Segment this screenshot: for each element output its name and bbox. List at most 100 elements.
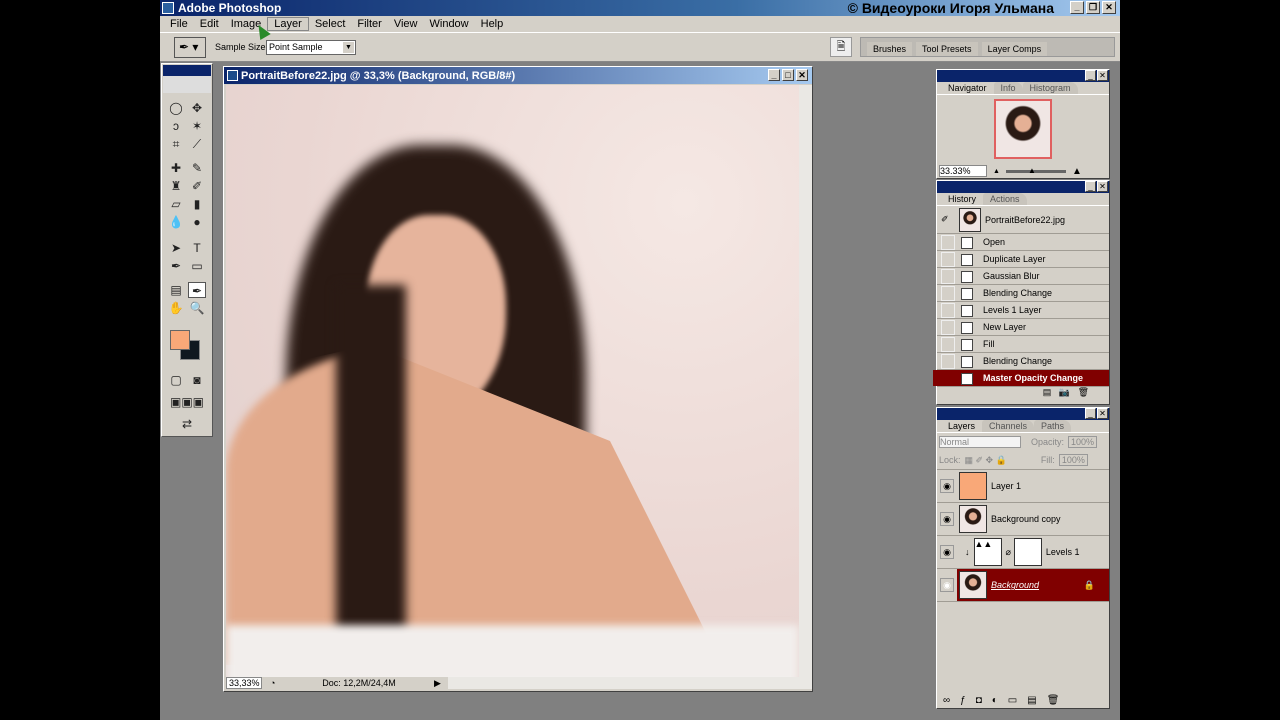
menu-help[interactable]: Help — [475, 18, 510, 30]
brush-tool[interactable]: ✎ — [188, 160, 206, 176]
screen-mode-buttons[interactable]: ▣▣▣ — [167, 394, 207, 410]
trash-icon[interactable]: 🗑 — [1078, 387, 1089, 397]
navigator-thumbnail[interactable] — [994, 99, 1052, 159]
tab-layer-comps[interactable]: Layer Comps — [981, 42, 1048, 56]
doc-minimize-button[interactable]: _ — [768, 69, 780, 81]
mask-icon[interactable]: ◘ — [976, 695, 992, 706]
gradient-tool[interactable]: ▮ — [188, 196, 206, 212]
history-brush-tool[interactable]: ✐ — [188, 178, 206, 194]
history-item[interactable]: Open — [937, 234, 1109, 251]
tab-channels[interactable]: Channels — [982, 420, 1035, 432]
history-snapshot[interactable]: ✐ PortraitBefore22.jpg — [937, 206, 1109, 234]
zoom-field[interactable]: 33,33% — [226, 677, 262, 689]
adobe-online-logo[interactable] — [163, 65, 211, 93]
navigator-zoom-field[interactable]: 33.33% — [939, 165, 987, 177]
trash-icon[interactable]: 🗑 — [1047, 695, 1070, 706]
menu-edit[interactable]: Edit — [194, 18, 225, 30]
zoom-in-icon[interactable]: ▲ — [1072, 166, 1082, 177]
zoom-out-icon[interactable]: ▲ — [993, 168, 1000, 175]
status-menu-arrow[interactable]: ▶ — [434, 678, 444, 689]
slice-tool[interactable]: ⟋ — [188, 136, 206, 152]
new-snapshot-icon[interactable]: 📷 — [1059, 387, 1070, 397]
eyedropper-tool[interactable]: ✒ — [188, 282, 206, 298]
doc-maximize-button[interactable]: □ — [782, 69, 794, 81]
tab-brushes[interactable]: Brushes — [867, 42, 913, 56]
pen-tool[interactable]: ✒ — [167, 258, 185, 274]
magic-wand-tool[interactable]: ✶ — [188, 118, 206, 134]
path-selection-tool[interactable]: ➤ — [167, 240, 185, 256]
tab-history[interactable]: History — [941, 193, 984, 205]
menu-filter[interactable]: Filter — [351, 18, 387, 30]
tab-navigator[interactable]: Navigator — [941, 82, 994, 94]
file-browser-icon[interactable]: 🗎 — [830, 37, 852, 57]
panel-close-button[interactable]: ✕ — [1097, 408, 1108, 419]
layer-row[interactable]: ◉ Background copy — [937, 503, 1109, 536]
history-item[interactable]: Gaussian Blur — [937, 268, 1109, 285]
menu-layer[interactable]: Layer — [267, 17, 309, 31]
tab-histogram[interactable]: Histogram — [1022, 82, 1078, 94]
preview-icon[interactable]: ◔ — [270, 678, 284, 688]
new-layer-icon[interactable]: ▤ — [1027, 695, 1046, 706]
hand-tool[interactable]: ✋ — [167, 300, 185, 316]
jump-to-imageready-button[interactable]: ⇄ — [167, 416, 207, 432]
dodge-tool[interactable]: ● — [188, 214, 206, 230]
history-item[interactable]: Levels 1 Layer — [937, 302, 1109, 319]
panel-close-button[interactable]: ✕ — [1097, 181, 1108, 192]
blend-mode-select[interactable]: Normal — [939, 436, 1021, 448]
restore-button[interactable]: ❐ — [1086, 1, 1100, 14]
crop-tool[interactable]: ⌗ — [167, 136, 185, 152]
eye-icon[interactable]: ◉ — [940, 545, 954, 559]
tab-tool-presets[interactable]: Tool Presets — [916, 42, 978, 56]
layer-row[interactable]: ◉ Layer 1 — [937, 470, 1109, 503]
healing-brush-tool[interactable]: ✚ — [167, 160, 185, 176]
panel-minimize-button[interactable]: _ — [1085, 181, 1096, 192]
eyedropper-preset-button[interactable]: ✒ ▾ — [174, 37, 206, 58]
panel-minimize-button[interactable]: _ — [1085, 408, 1096, 419]
tab-paths[interactable]: Paths — [1034, 420, 1072, 432]
adjustment-layer-icon[interactable]: ◐ — [992, 695, 1008, 706]
history-item[interactable]: Fill — [937, 336, 1109, 353]
tab-layers[interactable]: Layers — [941, 420, 983, 432]
notes-tool[interactable]: ▤ — [167, 282, 185, 298]
blur-tool[interactable]: 💧 — [167, 214, 185, 230]
eraser-tool[interactable]: ▱ — [167, 196, 185, 212]
image-canvas[interactable] — [226, 85, 799, 677]
new-set-icon[interactable]: ▭ — [1008, 695, 1027, 706]
layer-row[interactable]: ◉ ↓ ▲▲ ⌀ Levels 1 — [937, 536, 1109, 569]
menu-window[interactable]: Window — [424, 18, 475, 30]
lasso-tool[interactable]: ↄ — [167, 118, 185, 134]
link-icon[interactable]: ∞ — [943, 695, 960, 706]
document-title-bar[interactable]: PortraitBefore22.jpg @ 33,3% (Background… — [224, 67, 812, 84]
close-button[interactable]: ✕ — [1102, 1, 1116, 14]
foreground-color-swatch[interactable] — [170, 330, 190, 350]
move-tool[interactable]: ✥ — [188, 100, 206, 116]
vertical-scrollbar[interactable] — [799, 85, 812, 677]
new-document-icon[interactable]: ▤ — [1043, 387, 1052, 397]
standard-mode-button[interactable]: ▢ — [167, 372, 185, 388]
shape-tool[interactable]: ▭ — [188, 258, 206, 274]
zoom-tool[interactable]: 🔍 — [188, 300, 206, 316]
menu-select[interactable]: Select — [309, 18, 352, 30]
minimize-button[interactable]: _ — [1070, 1, 1084, 14]
panel-close-button[interactable]: ✕ — [1097, 70, 1108, 81]
layer-style-icon[interactable]: ƒ — [960, 695, 976, 706]
clone-stamp-tool[interactable]: ♜ — [167, 178, 185, 194]
sample-size-select[interactable]: Point Sample ▼ — [266, 40, 356, 55]
marquee-tool[interactable]: ◯ — [167, 100, 185, 116]
zoom-slider[interactable]: ▲ — [1005, 166, 1066, 175]
doc-close-button[interactable]: ✕ — [796, 69, 808, 81]
history-item[interactable]: Blending Change — [937, 353, 1109, 370]
lock-icons[interactable]: ▦ ✐ ✥ 🔒 — [965, 455, 1007, 466]
history-brush-source-icon[interactable]: ✐ — [941, 214, 955, 225]
fill-field[interactable]: 100% — [1058, 454, 1088, 466]
type-tool[interactable]: T — [188, 240, 206, 256]
menu-view[interactable]: View — [388, 18, 424, 30]
eye-icon[interactable]: ◉ — [940, 578, 954, 592]
horizontal-scrollbar[interactable] — [448, 677, 812, 689]
quick-mask-button[interactable]: ◙ — [188, 372, 206, 388]
eye-icon[interactable]: ◉ — [940, 512, 954, 526]
layer-row[interactable]: ◉ Background 🔒 — [937, 569, 1109, 602]
panel-minimize-button[interactable]: _ — [1085, 70, 1096, 81]
history-item[interactable]: Master Opacity Change — [933, 370, 1109, 387]
history-item[interactable]: Duplicate Layer — [937, 251, 1109, 268]
